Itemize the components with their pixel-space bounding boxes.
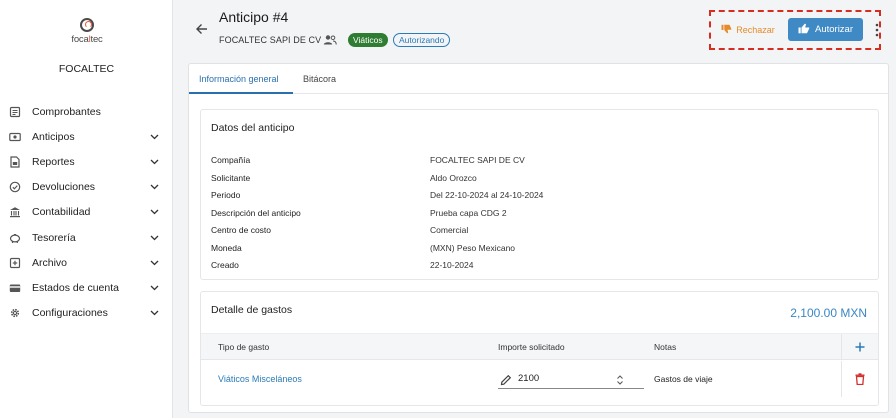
logo-mark-icon bbox=[80, 18, 94, 32]
logo-text: focaltec bbox=[71, 34, 103, 45]
table-row: Viáticos Misceláneos 2100 Gastos de viaj… bbox=[201, 361, 878, 397]
sidebar-item-contabilidad[interactable]: Contabilidad bbox=[0, 200, 173, 225]
sidebar-item-label: Estados de cuenta bbox=[32, 281, 119, 294]
column-header: Notas bbox=[654, 342, 677, 352]
authorize-button[interactable]: Autorizar bbox=[788, 18, 863, 41]
sidebar-item-tesoreria[interactable]: Tesorería bbox=[0, 225, 173, 250]
detail-value: Comercial bbox=[430, 225, 469, 235]
sidebar-nav: Comprobantes Anticipos Reportes Devoluci… bbox=[0, 99, 173, 326]
status-badge: Autorizando bbox=[393, 33, 451, 47]
receipt-icon bbox=[9, 106, 21, 118]
sidebar-item-estados-de-cuenta[interactable]: Estados de cuenta bbox=[0, 275, 173, 300]
sidebar-company-name: FOCALTEC bbox=[58, 63, 115, 75]
chevron-down-icon bbox=[149, 132, 159, 142]
expense-detail-panel: Detalle de gastos 2,100.00 MXN Tipo de g… bbox=[200, 291, 879, 406]
tab-bitacora[interactable]: Bitácora bbox=[303, 64, 336, 94]
sidebar-item-reportes[interactable]: Reportes bbox=[0, 149, 173, 174]
chevron-down-icon bbox=[149, 233, 159, 243]
sidebar-item-label: Devoluciones bbox=[32, 181, 96, 194]
tab-informacion-general[interactable]: Información general bbox=[199, 64, 279, 94]
statement-icon bbox=[9, 282, 21, 294]
authorize-button-label: Autorizar bbox=[814, 24, 853, 35]
page-header: Anticipo #4 FOCALTEC SAPI DE CV Viáticos… bbox=[174, 0, 896, 60]
cash-icon bbox=[9, 131, 21, 143]
gear-icon bbox=[9, 307, 21, 319]
more-vert-icon[interactable] bbox=[874, 22, 880, 38]
sidebar-item-label: Configuraciones bbox=[32, 307, 108, 320]
main-card: Información general Bitácora Datos del a… bbox=[188, 63, 889, 413]
focaltec-logo[interactable]: focaltec bbox=[60, 18, 114, 45]
amount-value: 2100 bbox=[518, 373, 540, 384]
report-icon bbox=[9, 156, 21, 168]
chevron-down-icon bbox=[149, 283, 159, 293]
add-expense-button[interactable] bbox=[841, 334, 878, 360]
stepper-icon[interactable] bbox=[616, 373, 624, 385]
people-icon bbox=[323, 33, 337, 45]
expense-notes: Gastos de viaje bbox=[654, 374, 713, 384]
column-header: Tipo de gasto bbox=[218, 342, 270, 352]
panel-title: Detalle de gastos bbox=[211, 304, 293, 316]
piggy-bank-icon bbox=[9, 232, 21, 244]
thumbs-up-icon bbox=[798, 23, 810, 37]
chevron-down-icon bbox=[149, 207, 159, 217]
detail-value: 22-10-2024 bbox=[430, 260, 474, 270]
sidebar-item-label: Tesorería bbox=[32, 231, 76, 244]
column-header: Importe solicitado bbox=[498, 342, 565, 352]
delete-expense-button[interactable] bbox=[841, 361, 878, 397]
detail-key: Compañía bbox=[211, 155, 251, 165]
sidebar-item-label: Contabilidad bbox=[32, 206, 91, 219]
reject-button-label: Rechazar bbox=[736, 25, 775, 35]
bank-icon bbox=[9, 206, 21, 218]
sidebar-item-anticipos[interactable]: Anticipos bbox=[0, 124, 173, 149]
advance-details-panel: Datos del anticipo Compañía FOCALTEC SAP… bbox=[200, 109, 879, 280]
sidebar-item-configuraciones[interactable]: Configuraciones bbox=[0, 301, 173, 326]
trash-icon bbox=[855, 373, 865, 385]
header-company: FOCALTEC SAPI DE CV bbox=[219, 35, 322, 45]
tabs: Información general Bitácora bbox=[189, 64, 888, 94]
sidebar-item-label: Archivo bbox=[32, 256, 68, 269]
panel-title: Datos del anticipo bbox=[211, 122, 295, 134]
sidebar-item-label: Reportes bbox=[32, 155, 75, 168]
detail-key: Creado bbox=[211, 260, 239, 270]
detail-key: Solicitante bbox=[211, 172, 251, 183]
type-badge: Viáticos bbox=[348, 33, 388, 47]
table-header: Tipo de gasto Importe solicitado Notas bbox=[201, 333, 878, 360]
sidebar-item-label: Anticipos bbox=[32, 130, 75, 143]
detail-value: Aldo Orozco bbox=[430, 172, 477, 183]
chevron-down-icon bbox=[149, 182, 159, 192]
sidebar-item-comprobantes[interactable]: Comprobantes bbox=[0, 99, 173, 124]
detail-value: FOCALTEC SAPI DE CV bbox=[430, 155, 525, 165]
expense-total: 2,100.00 MXN bbox=[790, 306, 867, 320]
back-arrow-icon[interactable] bbox=[194, 21, 210, 37]
detail-key: Centro de costo bbox=[211, 225, 272, 235]
chevron-down-icon bbox=[149, 258, 159, 268]
reject-button[interactable]: Rechazar bbox=[717, 19, 779, 41]
sidebar-item-devoluciones[interactable]: Devoluciones bbox=[0, 175, 173, 200]
sidebar-item-label: Comprobantes bbox=[32, 105, 101, 118]
detail-key: Periodo bbox=[211, 190, 241, 200]
archive-icon bbox=[9, 257, 21, 269]
sidebar: focaltec FOCALTEC Comprobantes Anticipos… bbox=[0, 0, 173, 418]
detail-key: Moneda bbox=[211, 242, 242, 253]
expense-type-link[interactable]: Viáticos Misceláneos bbox=[218, 374, 302, 384]
detail-key: Descripción del anticipo bbox=[211, 207, 301, 218]
amount-input[interactable]: 2100 bbox=[498, 370, 644, 389]
thumbs-down-icon bbox=[721, 24, 732, 36]
plus-icon bbox=[855, 342, 865, 352]
page-title: Anticipo #4 bbox=[219, 9, 289, 25]
active-tab-indicator bbox=[189, 92, 293, 94]
pencil-icon bbox=[500, 373, 512, 386]
sidebar-item-archivo[interactable]: Archivo bbox=[0, 250, 173, 275]
chevron-down-icon bbox=[149, 308, 159, 318]
detail-value: Del 22-10-2024 al 24-10-2024 bbox=[430, 190, 544, 200]
chevron-down-icon bbox=[149, 157, 159, 167]
refund-icon bbox=[9, 181, 21, 193]
detail-value: Prueba capa CDG 2 bbox=[430, 207, 507, 218]
detail-value: (MXN) Peso Mexicano bbox=[430, 242, 516, 253]
